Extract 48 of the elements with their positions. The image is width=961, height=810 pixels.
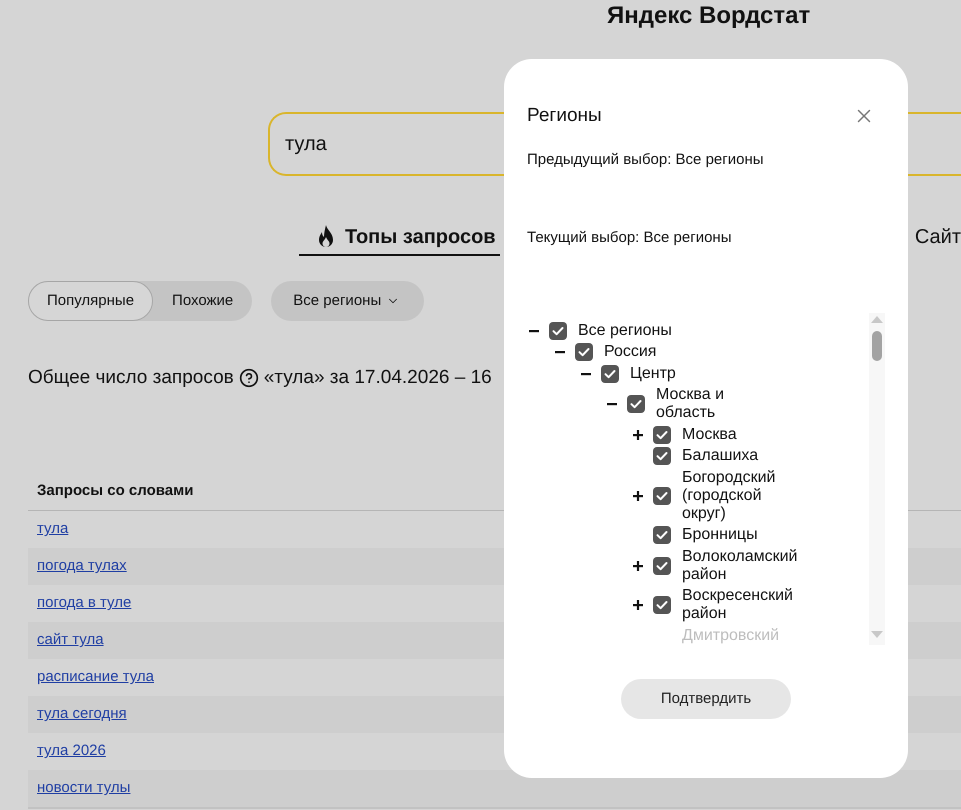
region-label[interactable]: Россия: [604, 343, 722, 362]
scrollbar-thumb[interactable]: [872, 331, 882, 361]
checkbox[interactable]: [653, 526, 671, 544]
help-icon[interactable]: [238, 368, 259, 388]
plus-icon[interactable]: [633, 560, 643, 571]
query-link[interactable]: тула сегодня: [37, 703, 127, 726]
query-link[interactable]: новости тулы: [37, 777, 130, 800]
checkbox[interactable]: [601, 364, 619, 383]
mode-option[interactable]: Похожие: [153, 281, 252, 321]
confirm-button[interactable]: Подтвердить: [621, 679, 791, 719]
previous-selection: Предыдущий выбор: Все регионы: [527, 150, 765, 170]
region-label[interactable]: Балашиха: [682, 447, 800, 466]
summary-label: Общее число запросов: [28, 366, 234, 390]
mode-option[interactable]: Популярные: [28, 281, 154, 321]
query-link[interactable]: тула 2026: [37, 740, 106, 763]
flame-icon: [316, 225, 336, 249]
page-title: Яндекс Вордстат: [607, 2, 810, 29]
checkbox[interactable]: [653, 426, 671, 444]
region-label[interactable]: Москва: [682, 426, 800, 444]
region-label[interactable]: Воскресенский район: [682, 587, 800, 624]
query-link[interactable]: погода тулах: [37, 555, 127, 578]
query-link[interactable]: сайт тула: [37, 629, 104, 652]
region-label[interactable]: Бронницы: [682, 526, 800, 544]
current-selection: Текущий выбор: Все регионы: [527, 228, 732, 248]
tab[interactable]: Сайт: [914, 223, 961, 256]
column-header: Запросы со словами: [37, 481, 194, 502]
query-link[interactable]: погода в туле: [37, 592, 132, 615]
checkbox[interactable]: [653, 596, 671, 614]
checkbox[interactable]: [653, 486, 671, 505]
query-link[interactable]: тула: [37, 518, 68, 541]
checkbox[interactable]: [653, 447, 671, 466]
plus-icon[interactable]: [633, 600, 643, 610]
tab[interactable]: Топы запросов: [299, 223, 500, 256]
summary-period: «тула» за 17.04.2026 – 16: [264, 366, 492, 390]
checkbox[interactable]: [653, 556, 671, 575]
query-link[interactable]: расписание тула: [37, 666, 154, 689]
region-label[interactable]: Богородский (городской округ): [682, 468, 800, 523]
region-label[interactable]: Москва и область: [656, 386, 774, 422]
region-dropdown[interactable]: Все регионы: [271, 281, 424, 321]
checkbox[interactable]: [575, 343, 593, 362]
plus-icon[interactable]: [633, 490, 643, 501]
region-label[interactable]: Все регионы: [578, 322, 696, 340]
checkbox[interactable]: [549, 322, 567, 340]
plus-icon[interactable]: [633, 430, 643, 440]
dialog-title: Регионы: [527, 104, 602, 128]
region-label[interactable]: Центр: [630, 364, 748, 383]
region-label[interactable]: Волоколамский район: [682, 548, 800, 584]
checkbox[interactable]: [627, 395, 645, 414]
